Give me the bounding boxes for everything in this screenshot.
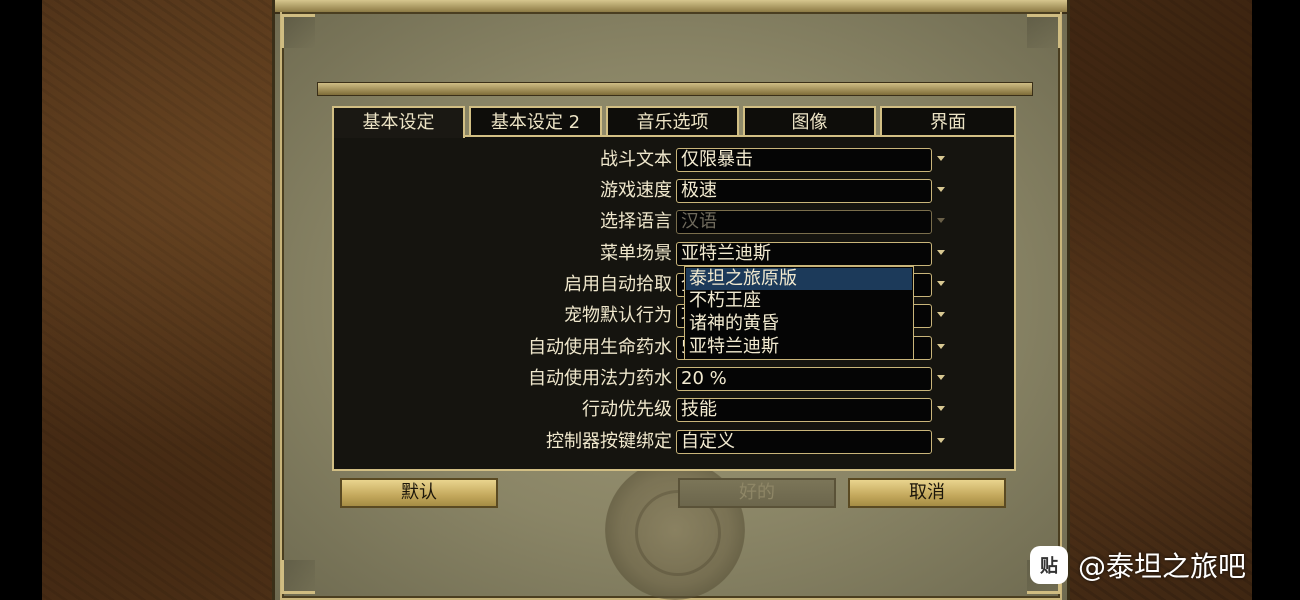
watermark-text: @泰坦之旅吧 — [1078, 550, 1247, 583]
chevron-down-icon[interactable] — [937, 375, 945, 380]
setting-row-auto-pickup: 启用自动拾取 全 — [334, 272, 1018, 298]
dropdown-option[interactable]: 不朽王座 — [686, 290, 912, 312]
setting-label: 自动使用法力药水 — [528, 368, 672, 389]
tab-interface[interactable]: 界面 — [880, 106, 1016, 136]
setting-label: 战斗文本 — [600, 149, 672, 170]
setting-label: 自动使用生命药水 — [528, 337, 672, 358]
setting-label: 选择语言 — [600, 211, 672, 232]
setting-row-combat-text: 战斗文本 仅限暴击 — [334, 147, 1018, 173]
options-dialog: 基本设定 基本设定 2 音乐选项 图像 界面 战斗文本 仅限暴击 游戏速度 极速… — [272, 0, 1070, 600]
chevron-down-icon[interactable] — [937, 406, 945, 411]
chevron-down-icon[interactable] — [937, 250, 945, 255]
setting-row-controller-binding: 控制器按键绑定 自定义 — [334, 429, 1018, 455]
chevron-down-icon — [937, 218, 945, 223]
setting-row-game-speed: 游戏速度 极速 — [334, 178, 1018, 204]
setting-row-auto-mana-potion: 自动使用法力药水 20 % — [334, 366, 1018, 392]
tab-basic-settings-2[interactable]: 基本设定 2 — [469, 106, 602, 136]
default-button[interactable]: 默认 — [340, 478, 498, 508]
setting-row-language: 选择语言 汉语 — [334, 209, 1018, 235]
chevron-down-icon[interactable] — [937, 156, 945, 161]
cancel-button[interactable]: 取消 — [848, 478, 1006, 508]
tab-bar: 基本设定 基本设定 2 音乐选项 图像 界面 — [332, 106, 1016, 138]
setting-label: 启用自动拾取 — [564, 274, 672, 295]
chevron-down-icon[interactable] — [937, 438, 945, 443]
setting-label: 行动优先级 — [582, 399, 672, 420]
tab-graphics[interactable]: 图像 — [743, 106, 876, 136]
combat-text-select[interactable]: 仅限暴击 — [676, 148, 932, 172]
corner-ornament-icon — [1027, 14, 1061, 48]
setting-row-action-priority: 行动优先级 技能 — [334, 397, 1018, 423]
corner-ornament-icon — [281, 14, 315, 48]
dropdown-option[interactable]: 诸神的黄昏 — [686, 313, 912, 335]
tab-music-options[interactable]: 音乐选项 — [606, 106, 739, 136]
action-priority-select[interactable]: 技能 — [676, 398, 932, 422]
language-select: 汉语 — [676, 210, 932, 234]
setting-label: 菜单场景 — [600, 243, 672, 264]
setting-label: 控制器按键绑定 — [546, 431, 672, 452]
setting-row-pet-behavior: 宠物默认行为 攻 — [334, 303, 1018, 329]
dropdown-option[interactable]: 亚特兰迪斯 — [686, 336, 912, 358]
setting-label: 游戏速度 — [600, 180, 672, 201]
chevron-down-icon[interactable] — [937, 281, 945, 286]
game-speed-select[interactable]: 极速 — [676, 179, 932, 203]
chevron-down-icon[interactable] — [937, 344, 945, 349]
tieba-logo-icon: 贴 — [1030, 546, 1068, 584]
forum-watermark: 贴 @泰坦之旅吧 — [1030, 545, 1246, 585]
auto-mana-potion-select[interactable]: 20 % — [676, 367, 932, 391]
dialog-header-bar — [317, 82, 1033, 96]
dropdown-option[interactable]: 泰坦之旅原版 — [686, 268, 912, 290]
setting-label: 宠物默认行为 — [564, 305, 672, 326]
menu-scene-select[interactable]: 亚特兰迪斯 — [676, 242, 932, 266]
chevron-down-icon[interactable] — [937, 312, 945, 317]
setting-row-auto-health-potion: 自动使用生命药水 5 — [334, 335, 1018, 361]
menu-scene-dropdown: 泰坦之旅原版 不朽王座 诸神的黄昏 亚特兰迪斯 — [684, 266, 914, 360]
controller-binding-select[interactable]: 自定义 — [676, 430, 932, 454]
chevron-down-icon[interactable] — [937, 187, 945, 192]
tab-basic-settings[interactable]: 基本设定 — [332, 106, 465, 138]
right-letterbox — [1252, 0, 1300, 600]
corner-ornament-icon — [281, 560, 315, 594]
ok-button: 好的 — [678, 478, 836, 508]
setting-row-menu-scene: 菜单场景 亚特兰迪斯 — [334, 241, 1018, 267]
left-letterbox — [0, 0, 42, 600]
